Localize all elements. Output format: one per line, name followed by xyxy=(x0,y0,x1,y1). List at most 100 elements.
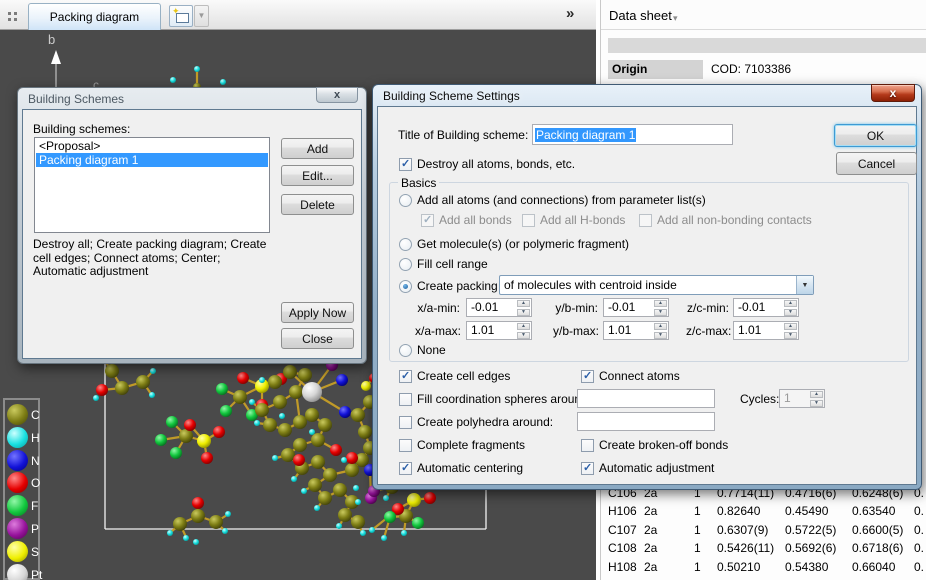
app-window: b c C H N O F P S Pt Packing diagram ✦ ▼… xyxy=(0,0,926,580)
checkbox-add-all-bonds[interactable]: Add all bonds xyxy=(421,213,512,227)
dialog-title: Building Schemes xyxy=(28,92,124,106)
tab-packing-diagram[interactable]: Packing diagram xyxy=(28,3,161,30)
spin-down-icon: ▼ xyxy=(784,332,797,339)
delete-button[interactable]: Delete xyxy=(281,194,354,215)
tab-overflow-chevron[interactable]: » xyxy=(566,5,574,22)
data-sheet-menu-icon[interactable]: ▾ xyxy=(673,13,678,24)
new-tab-dropdown[interactable]: ▼ xyxy=(194,5,209,27)
dock-grip-icon[interactable] xyxy=(8,12,20,23)
checkbox-icon xyxy=(399,158,412,171)
radio-create-packing[interactable]: Create packing xyxy=(399,279,498,293)
element-sphere xyxy=(7,495,28,516)
radio-icon xyxy=(399,344,412,357)
edit-button[interactable]: Edit... xyxy=(281,165,354,186)
radio-fill-cell-range[interactable]: Fill cell range xyxy=(399,257,488,271)
checkbox-add-nonbonding-contacts[interactable]: Add all non-bonding contacts xyxy=(639,213,812,227)
legend-item: F xyxy=(7,495,38,516)
dialog-title: Building Scheme Settings xyxy=(383,89,520,103)
scheme-title-input[interactable]: Packing diagram 1 xyxy=(532,124,733,145)
spin-down-icon: ▼ xyxy=(784,309,797,316)
create-polyhedra-input[interactable] xyxy=(577,412,715,431)
checkbox-automatic-centering[interactable]: Automatic centering xyxy=(399,461,523,475)
checkbox-icon xyxy=(399,416,412,429)
atom-table-row[interactable]: C1082a10.5426(11)0.5692(6)0.6718(6)0. xyxy=(608,539,926,557)
element-sphere xyxy=(7,541,28,562)
data-sheet-separator-bar xyxy=(608,38,926,53)
checkbox-complete-fragments[interactable]: Complete fragments xyxy=(399,438,525,452)
checkbox-icon xyxy=(399,462,412,475)
building-scheme-settings-dialog: Building Scheme Settings x Title of Buil… xyxy=(372,84,922,490)
new-tab-button[interactable]: ✦ xyxy=(169,5,193,27)
checkbox-create-cell-edges[interactable]: Create cell edges xyxy=(399,369,510,383)
building-schemes-titlebar[interactable]: Building Schemes xyxy=(18,88,366,109)
close-button[interactable]: Close xyxy=(281,328,354,349)
element-sphere xyxy=(7,472,28,493)
fill-coordination-input[interactable] xyxy=(577,389,715,408)
radio-icon xyxy=(399,258,412,271)
checkbox-connect-atoms[interactable]: Connect atoms xyxy=(581,369,680,383)
packing-mode-select[interactable]: of molecules with centroid inside ▼ xyxy=(499,275,814,295)
spin-down-icon: ▼ xyxy=(517,309,530,316)
legend-item: O xyxy=(7,472,40,493)
radio-label: Fill cell range xyxy=(417,257,488,271)
range-label: x/a-max: xyxy=(415,324,460,338)
close-icon[interactable]: x xyxy=(316,87,358,103)
schemes-listbox[interactable]: <Proposal> Packing diagram 1 xyxy=(34,137,270,233)
checkbox-fill-coordination-spheres[interactable]: Fill coordination spheres around: xyxy=(399,392,591,406)
spin-up-icon: ▲ xyxy=(810,391,823,398)
range-label: y/b-min: xyxy=(553,301,598,315)
atom-table-row[interactable]: H1062a10.826400.454900.635400. xyxy=(608,502,926,520)
checkbox-add-all-hbonds[interactable]: Add all H-bonds xyxy=(522,213,625,227)
element-symbol: F xyxy=(31,499,38,513)
data-sheet-header: Data sheet ▾ xyxy=(601,0,926,30)
checkbox-destroy-all[interactable]: Destroy all atoms, bonds, etc. xyxy=(399,157,575,171)
radio-add-all-atoms[interactable]: Add all atoms (and connections) from par… xyxy=(399,193,706,207)
checkbox-label: Automatic centering xyxy=(417,461,523,475)
zc-min-spinner[interactable]: -0.01▲▼ xyxy=(733,298,799,317)
atom-table-row[interactable]: C1092a10.5175(10)0.6012(5)0.6981(5)0. xyxy=(608,576,926,580)
radio-get-molecules[interactable]: Get molecule(s) (or polymeric fragment) xyxy=(399,237,629,251)
add-button[interactable]: Add xyxy=(281,138,354,159)
ok-button[interactable]: OK xyxy=(834,124,917,147)
radio-none[interactable]: None xyxy=(399,343,446,357)
element-legend: C H N O F P S Pt xyxy=(3,398,40,580)
element-symbol: C xyxy=(31,408,40,422)
checkbox-icon xyxy=(581,439,594,452)
xa-min-spinner[interactable]: -0.01▲▼ xyxy=(466,298,532,317)
zc-max-spinner[interactable]: 1.01▲▼ xyxy=(733,321,799,340)
yb-max-spinner[interactable]: 1.01▲▼ xyxy=(603,321,669,340)
close-icon[interactable]: x xyxy=(871,84,915,102)
checkbox-label: Fill coordination spheres around: xyxy=(417,392,591,406)
radio-icon xyxy=(399,238,412,251)
apply-now-button[interactable]: Apply Now xyxy=(281,302,354,323)
checkbox-label: Automatic adjustment xyxy=(599,461,714,475)
cancel-button[interactable]: Cancel xyxy=(836,152,917,175)
yb-min-spinner[interactable]: -0.01▲▼ xyxy=(603,298,669,317)
checkbox-icon xyxy=(581,370,594,383)
xa-max-spinner[interactable]: 1.01▲▼ xyxy=(466,321,532,340)
checkbox-icon xyxy=(399,393,412,406)
element-sphere xyxy=(7,404,28,425)
selected-option: of molecules with centroid inside xyxy=(500,276,796,294)
atom-table-row[interactable]: H1082a10.502100.543800.660400. xyxy=(608,558,926,576)
settings-titlebar[interactable]: Building Scheme Settings xyxy=(373,85,921,106)
element-symbol: O xyxy=(31,476,40,490)
cycles-spinner[interactable]: 1▲▼ xyxy=(779,389,825,408)
atom-table-row[interactable]: C1072a10.6307(9)0.5722(5)0.6600(5)0. xyxy=(608,521,926,539)
radio-icon xyxy=(399,280,412,293)
checkbox-create-polyhedra[interactable]: Create polyhedra around: xyxy=(399,415,553,429)
checkbox-icon xyxy=(522,214,535,227)
spin-up-icon: ▲ xyxy=(517,300,530,307)
tab-bar: Packing diagram ✦ ▼ » xyxy=(0,0,596,30)
legend-item: H xyxy=(7,427,40,448)
spin-up-icon: ▲ xyxy=(654,323,667,330)
range-label: z/c-min: xyxy=(686,301,729,315)
checkbox-create-broken-off-bonds[interactable]: Create broken-off bonds xyxy=(581,438,728,452)
list-item-packing-diagram-1[interactable]: Packing diagram 1 xyxy=(36,153,268,167)
range-label: z/c-max: xyxy=(686,324,729,338)
origin-value: COD: 7103386 xyxy=(711,62,791,76)
list-item-proposal[interactable]: <Proposal> xyxy=(36,139,268,153)
checkbox-automatic-adjustment[interactable]: Automatic adjustment xyxy=(581,461,714,475)
data-sheet-title: Data sheet xyxy=(609,8,672,23)
sparkle-icon: ✦ xyxy=(172,6,180,17)
